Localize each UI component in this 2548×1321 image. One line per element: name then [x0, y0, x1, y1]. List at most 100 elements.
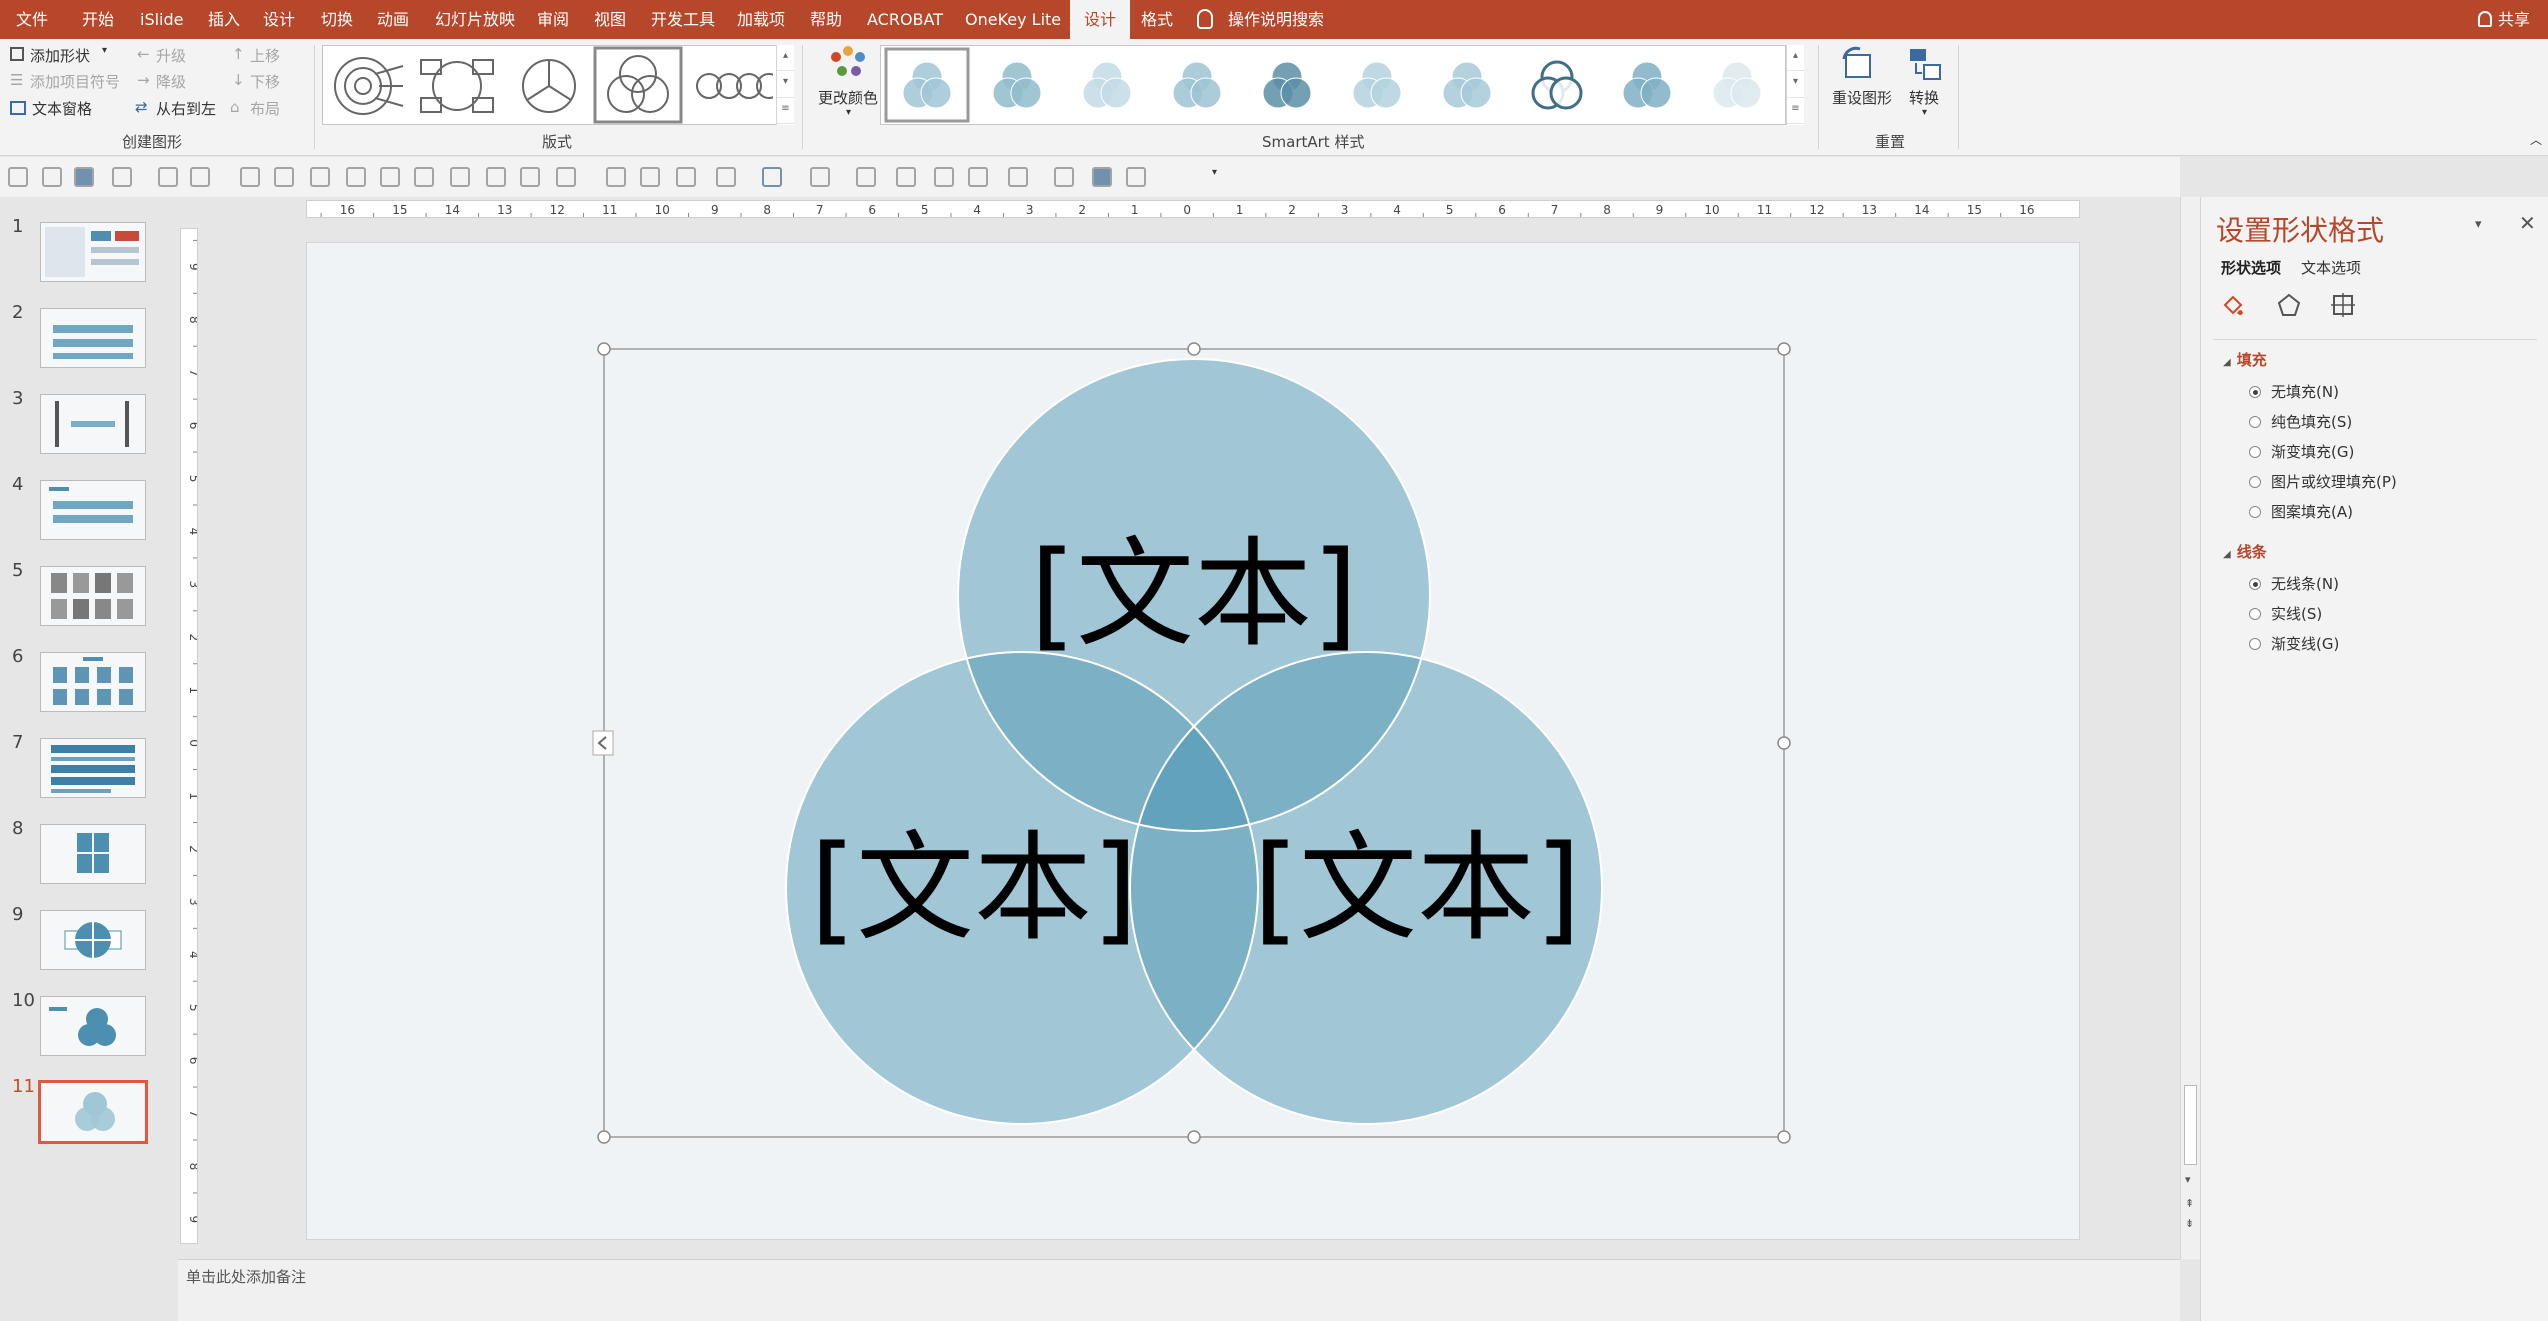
- toolbar-tool-icon[interactable]: [74, 167, 94, 187]
- radio-button[interactable]: [2249, 506, 2261, 518]
- next-slide-icon[interactable]: ⇟: [2185, 1217, 2194, 1230]
- move-up-button[interactable]: 上移: [250, 45, 280, 66]
- slide-canvas[interactable]: [文本] [文本] [文本]: [306, 242, 2080, 1240]
- menu-view[interactable]: 视图: [594, 0, 626, 39]
- toolbar-tool-icon[interactable]: [1008, 167, 1028, 187]
- line-option-none[interactable]: 无线条(N): [2249, 573, 2339, 594]
- menu-insert[interactable]: 插入: [208, 0, 240, 39]
- toolbar-tool-icon[interactable]: [158, 167, 178, 187]
- fill-line-icon[interactable]: [2219, 291, 2247, 319]
- slide-thumbnail[interactable]: [40, 566, 146, 626]
- slide-thumbnail[interactable]: [40, 222, 146, 282]
- menu-addins[interactable]: 加载项: [737, 0, 785, 39]
- menu-smartart-design[interactable]: 设计: [1070, 0, 1131, 39]
- menu-format[interactable]: 格式: [1141, 0, 1173, 39]
- smartart-style-option[interactable]: [1622, 61, 1672, 109]
- slide-thumbnail[interactable]: [40, 394, 146, 454]
- menu-slideshow[interactable]: 幻灯片放映: [435, 0, 515, 39]
- line-section-toggle[interactable]: ◢ 线条: [2223, 541, 2267, 562]
- toolbar-tool-icon[interactable]: [606, 167, 626, 187]
- line-option-gradient[interactable]: 渐变线(G): [2249, 633, 2339, 654]
- menu-home[interactable]: 开始: [82, 0, 114, 39]
- slide-thumbnail[interactable]: [40, 996, 146, 1056]
- fill-section-toggle[interactable]: ◢ 填充: [2223, 349, 2267, 370]
- toolbar-tool-icon[interactable]: [42, 167, 62, 187]
- menu-file[interactable]: 文件: [16, 0, 48, 39]
- close-icon[interactable]: ✕: [2519, 211, 2536, 235]
- toolbar-tool-icon[interactable]: [934, 167, 954, 187]
- toolbar-tool-icon[interactable]: [414, 167, 434, 187]
- prev-slide-icon[interactable]: ⇞: [2185, 1197, 2194, 1210]
- move-down-button[interactable]: 下移: [250, 71, 280, 92]
- radio-button[interactable]: [2249, 578, 2261, 590]
- promote-button[interactable]: 升级: [156, 45, 186, 66]
- right-to-left-button[interactable]: 从右到左: [156, 98, 216, 119]
- toolbar-tool-icon[interactable]: [1126, 167, 1146, 187]
- toolbar-tool-icon[interactable]: [310, 167, 330, 187]
- toolbar-tool-icon[interactable]: [896, 167, 916, 187]
- menu-animations[interactable]: 动画: [377, 0, 409, 39]
- toolbar-tool-icon[interactable]: [240, 167, 260, 187]
- menu-developer[interactable]: 开发工具: [651, 0, 715, 39]
- toolbar-tool-icon[interactable]: [486, 167, 506, 187]
- add-shape-button[interactable]: 添加形状: [30, 45, 90, 66]
- menu-islide[interactable]: iSlide: [140, 0, 184, 39]
- toolbar-tool-icon[interactable]: [346, 167, 366, 187]
- notes-placeholder[interactable]: 单击此处添加备注: [186, 1266, 306, 1287]
- radio-button[interactable]: [2249, 416, 2261, 428]
- scroll-thumb[interactable]: [2184, 1085, 2197, 1165]
- collapse-ribbon-icon[interactable]: ︿: [2530, 131, 2542, 148]
- slide-thumbnail[interactable]: [40, 824, 146, 884]
- fill-option-picture[interactable]: 图片或纹理填充(P): [2249, 471, 2397, 492]
- smartart-style-option[interactable]: [1531, 60, 1583, 110]
- notes-pane[interactable]: 单击此处添加备注: [178, 1259, 2180, 1321]
- effects-icon[interactable]: [2275, 291, 2303, 319]
- menu-help[interactable]: 帮助: [810, 0, 842, 39]
- toolbar-tool-icon[interactable]: [968, 167, 988, 187]
- menu-acrobat[interactable]: ACROBAT: [867, 0, 943, 39]
- toolbar-tool-icon[interactable]: [274, 167, 294, 187]
- menu-transitions[interactable]: 切换: [321, 0, 353, 39]
- pane-options-chevron-icon[interactable]: ▾: [2475, 217, 2482, 232]
- fill-option-solid[interactable]: 纯色填充(S): [2249, 411, 2352, 432]
- venn-label-right[interactable]: [文本]: [1253, 819, 1581, 957]
- radio-button[interactable]: [2249, 386, 2261, 398]
- fill-option-gradient[interactable]: 渐变填充(G): [2249, 441, 2354, 462]
- radio-button[interactable]: [2249, 476, 2261, 488]
- smartart-style-option[interactable]: [1262, 61, 1312, 109]
- shape-outline-icon[interactable]: [856, 167, 876, 187]
- font-color-icon[interactable]: [762, 167, 782, 187]
- reset-graphic-button[interactable]: 重设图形: [1832, 87, 1892, 108]
- shape-fill-icon[interactable]: [810, 167, 830, 187]
- slide-thumbnail[interactable]: [40, 738, 146, 798]
- layouts-gallery-scroll[interactable]: ▴ ▾ ≡: [776, 45, 794, 125]
- toolbar-tool-icon[interactable]: [1092, 167, 1112, 187]
- text-pane-button[interactable]: 文本窗格: [32, 98, 92, 119]
- change-colors-button[interactable]: 更改颜色: [818, 87, 878, 108]
- text-pane-toggle[interactable]: [592, 730, 614, 756]
- radio-button[interactable]: [2249, 446, 2261, 458]
- smartart-style-option[interactable]: [1172, 61, 1222, 109]
- slide-thumbnail[interactable]: [40, 652, 146, 712]
- demote-button[interactable]: 降级: [156, 71, 186, 92]
- tab-shape-options[interactable]: 形状选项: [2221, 257, 2281, 278]
- toolbar-tool-icon[interactable]: [380, 167, 400, 187]
- smartart-style-option[interactable]: [1712, 61, 1762, 109]
- venn-diagram[interactable]: [文本] [文本] [文本]: [307, 243, 2081, 1241]
- styles-gallery-scroll[interactable]: ▴ ▾ ≡: [1786, 45, 1804, 125]
- menu-review[interactable]: 审阅: [537, 0, 569, 39]
- scroll-down-icon[interactable]: ▾: [2185, 1173, 2191, 1186]
- layout-button[interactable]: 布局: [250, 98, 280, 119]
- toolbar-tool-icon[interactable]: [1054, 167, 1074, 187]
- smartart-style-option[interactable]: [1352, 61, 1402, 109]
- smartart-style-option[interactable]: [1082, 61, 1132, 109]
- slide-thumbnail[interactable]: [40, 308, 146, 368]
- slide-thumbnail[interactable]: [40, 910, 146, 970]
- smartart-style-option[interactable]: [992, 61, 1042, 109]
- radio-button[interactable]: [2249, 638, 2261, 650]
- toolbar-tool-icon[interactable]: [450, 167, 470, 187]
- convert-button[interactable]: 转换: [1909, 87, 1939, 108]
- toolbar-tool-icon[interactable]: [640, 167, 660, 187]
- menu-design[interactable]: 设计: [263, 0, 295, 39]
- vertical-scrollbar[interactable]: ▾ ⇞ ⇟: [2180, 197, 2200, 1259]
